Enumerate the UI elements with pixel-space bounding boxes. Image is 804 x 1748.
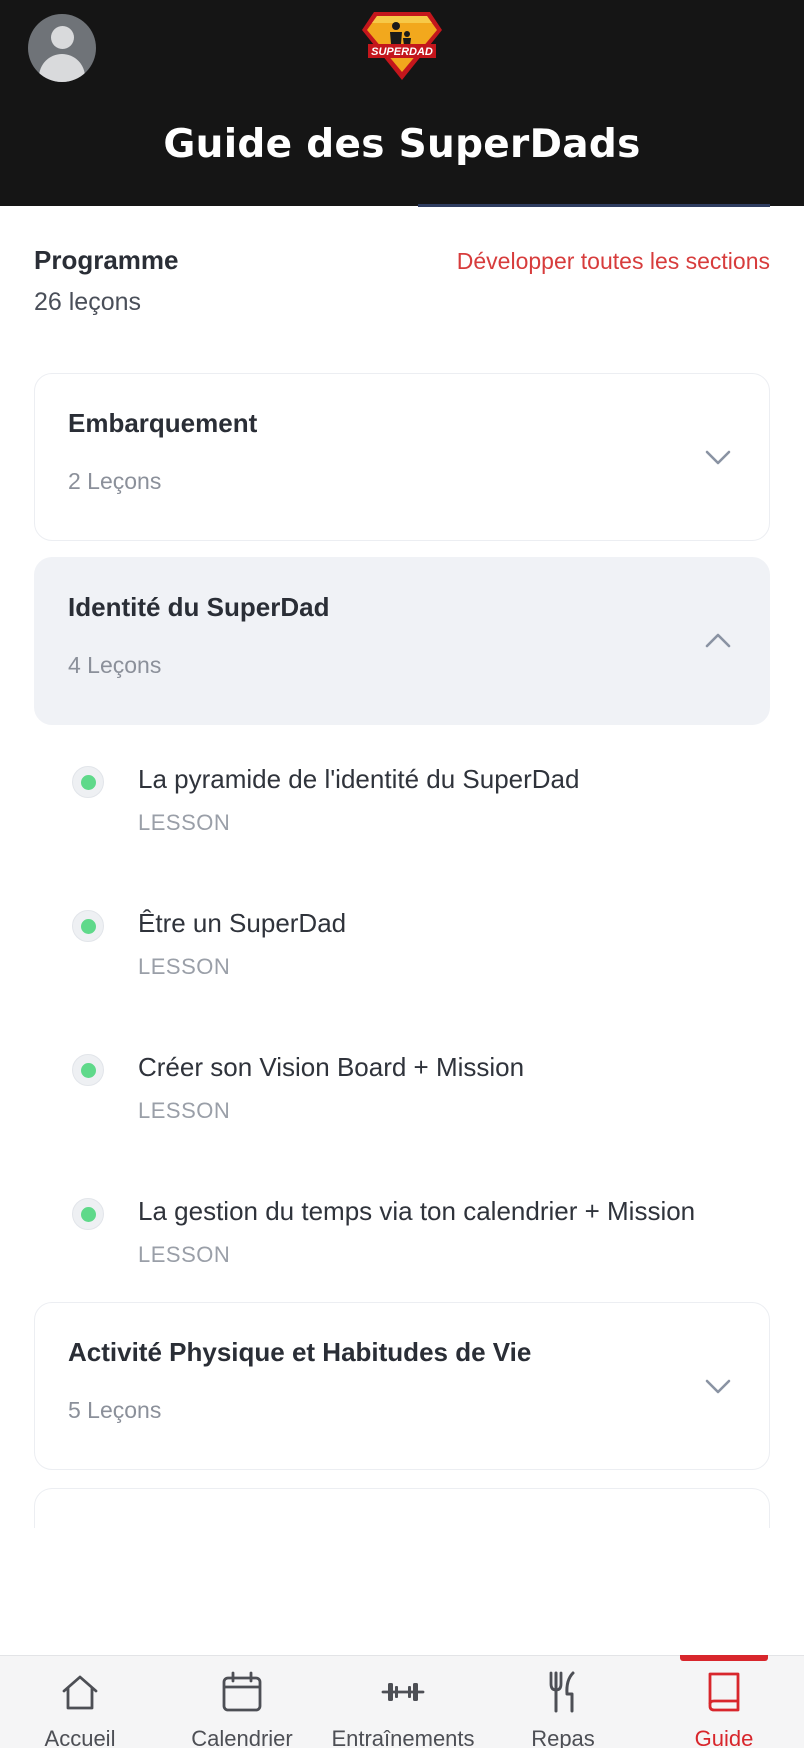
tab-indicator [418, 204, 770, 207]
superdad-logo: SUPERDAD [362, 12, 442, 80]
page-title: Guide des SuperDads [163, 122, 641, 167]
nav-label: Entraînements [331, 1726, 475, 1748]
complete-dot-icon [81, 1063, 96, 1078]
profile-avatar[interactable] [28, 14, 96, 82]
home-icon [62, 1675, 98, 1710]
nav-active-indicator [680, 1655, 768, 1661]
section-title: Identité du SuperDad [68, 592, 330, 622]
lesson-status-indicator [72, 1198, 104, 1230]
nav-guide[interactable]: Guide [672, 1656, 776, 1748]
complete-dot-icon [81, 919, 96, 934]
lesson-item[interactable]: Être un SuperDad LESSON [34, 900, 770, 1010]
lesson-item[interactable]: Créer son Vision Board + Mission LESSON [34, 1044, 770, 1154]
dumbbell-icon [381, 1683, 425, 1701]
lesson-title: La pyramide de l'identité du SuperDad [138, 764, 580, 794]
app-header: SUPERDAD Guide des SuperDads [0, 0, 804, 206]
program-title: Programme [34, 245, 179, 275]
avatar-head-shape [51, 26, 74, 49]
bottom-navigation: Accueil Calendrier Entraînements Repas G… [0, 1655, 804, 1748]
nav-label: Accueil [44, 1726, 116, 1748]
nav-accueil[interactable]: Accueil [20, 1656, 140, 1748]
calendar-icon [222, 1671, 262, 1712]
lesson-item[interactable]: La gestion du temps via ton calendrier +… [34, 1188, 770, 1298]
lesson-title: Créer son Vision Board + Mission [138, 1052, 525, 1082]
lesson-title: La gestion du temps via ton calendrier +… [138, 1196, 696, 1226]
section-card-partial[interactable] [34, 1488, 770, 1528]
lesson-status-indicator [72, 766, 104, 798]
expand-all-sections-link[interactable]: Développer toutes les sections [457, 248, 770, 275]
avatar-body-shape [39, 54, 85, 82]
nav-entrainements[interactable]: Entraînements [326, 1656, 480, 1748]
section-activite-physique[interactable]: Activité Physique et Habitudes de Vie 5 … [34, 1302, 770, 1470]
nav-label: Repas [531, 1726, 595, 1748]
program-lesson-count: 26 leçons [34, 288, 142, 316]
section-title: Embarquement [68, 408, 258, 438]
lesson-status-indicator [72, 910, 104, 942]
section-lesson-count: 2 Leçons [68, 468, 162, 494]
lesson-title: Être un SuperDad [138, 908, 347, 938]
nav-label: Guide [694, 1726, 754, 1748]
lesson-status-indicator [72, 1054, 104, 1086]
lesson-item[interactable]: La pyramide de l'identité du SuperDad LE… [34, 756, 770, 866]
section-title: Activité Physique et Habitudes de Vie [68, 1337, 532, 1367]
nav-calendrier[interactable]: Calendrier [180, 1656, 304, 1748]
lesson-type: LESSON [138, 1098, 231, 1123]
complete-dot-icon [81, 1207, 96, 1222]
fork-knife-icon [549, 1671, 575, 1713]
section-lesson-count: 4 Leçons [68, 652, 162, 678]
section-lesson-count: 5 Leçons [68, 1397, 162, 1423]
chevron-up-icon[interactable] [703, 626, 733, 656]
nav-repas[interactable]: Repas [510, 1656, 616, 1748]
section-identite-superdad[interactable]: Identité du SuperDad 4 Leçons [34, 557, 770, 725]
complete-dot-icon [81, 775, 96, 790]
chevron-down-icon[interactable] [703, 442, 733, 472]
lesson-type: LESSON [138, 810, 231, 835]
lesson-type: LESSON [138, 954, 231, 979]
svg-text:SUPERDAD: SUPERDAD [371, 46, 433, 58]
section-embarquement[interactable]: Embarquement 2 Leçons [34, 373, 770, 541]
chevron-down-icon[interactable] [703, 1371, 733, 1401]
nav-label: Calendrier [191, 1726, 293, 1748]
lesson-type: LESSON [138, 1242, 231, 1267]
book-icon [708, 1672, 740, 1712]
